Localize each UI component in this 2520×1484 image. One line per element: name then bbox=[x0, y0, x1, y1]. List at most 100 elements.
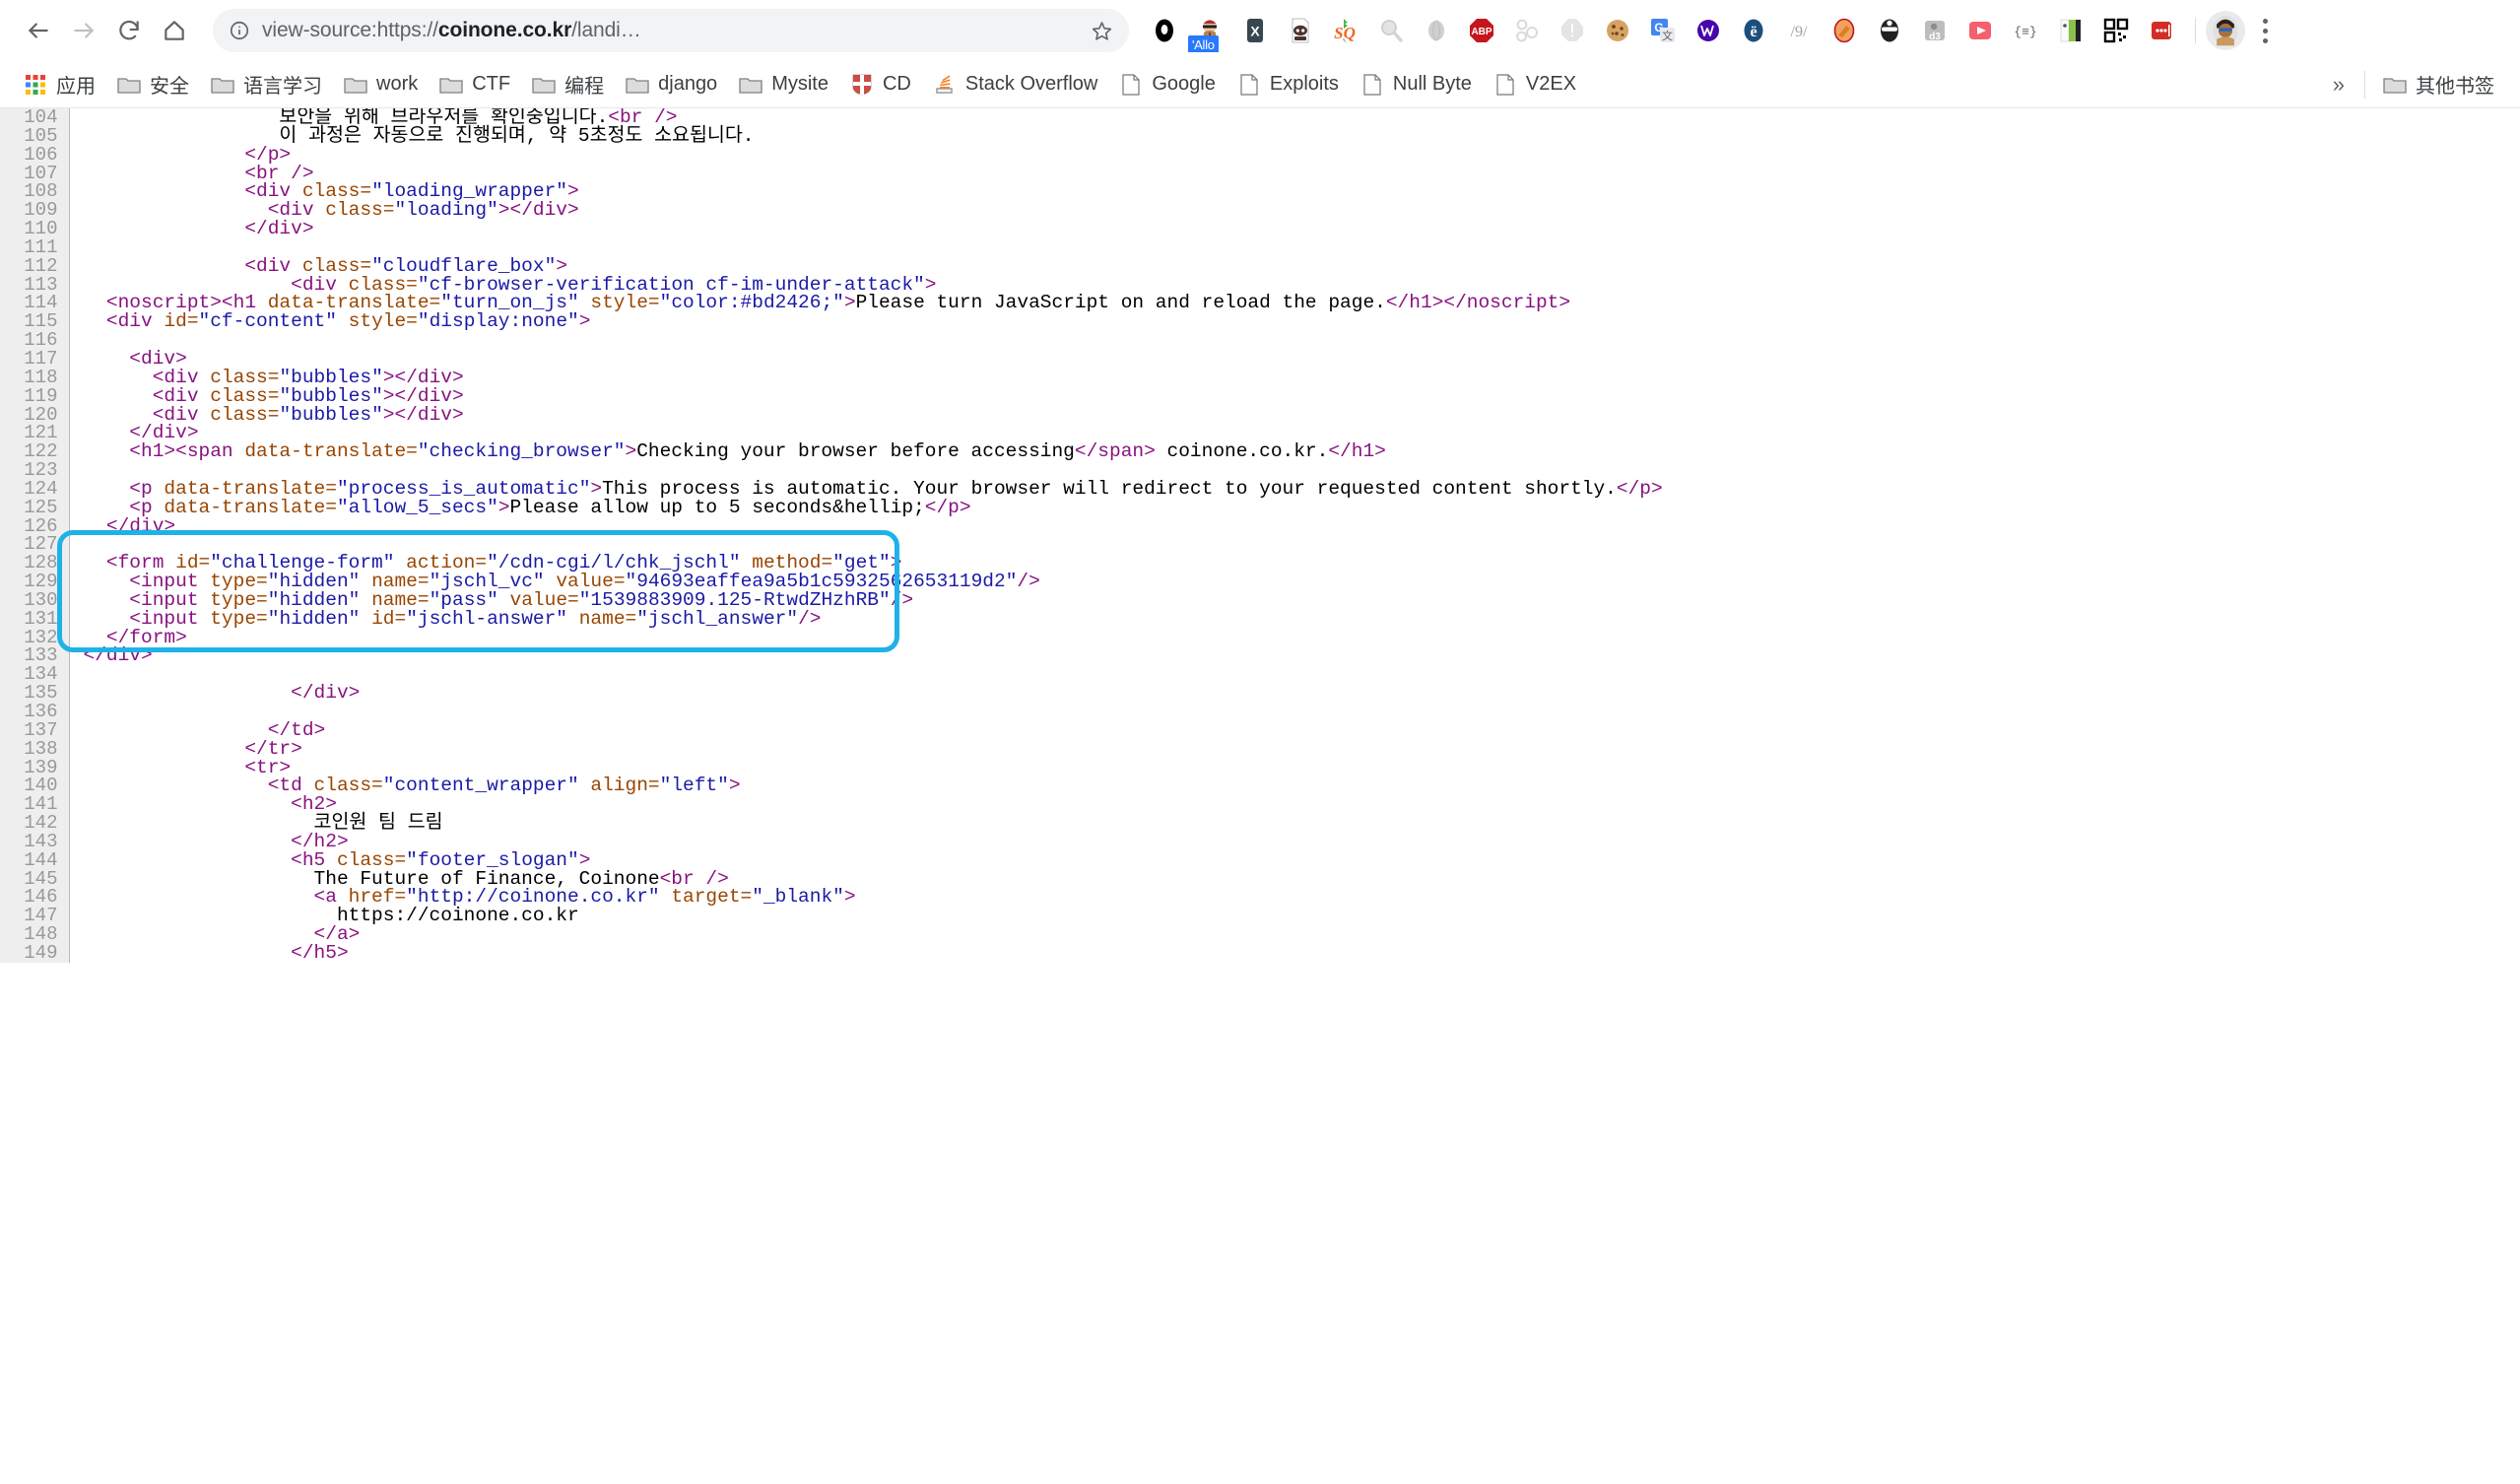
home-button[interactable] bbox=[152, 8, 197, 53]
video-downloader-icon[interactable] bbox=[1958, 9, 2002, 52]
chrome-menu-button[interactable] bbox=[2245, 9, 2285, 52]
bookmark-cd[interactable]: CD bbox=[840, 67, 921, 102]
code-line[interactable]: <h1><span data-translate="checking_brows… bbox=[84, 440, 2520, 463]
qr-code-icon[interactable] bbox=[2094, 9, 2138, 52]
line-number: 125 bbox=[24, 496, 58, 518]
incognito-mask-icon[interactable] bbox=[1868, 9, 1911, 52]
bookmark-stack-overflow[interactable]: Stack Overflow bbox=[923, 67, 1107, 102]
star-icon[interactable] bbox=[1091, 20, 1113, 42]
info-circle-icon[interactable] bbox=[229, 20, 250, 41]
code-line[interactable]: </div> bbox=[84, 683, 2520, 703]
json-viewer-icon[interactable]: {≡} bbox=[2004, 9, 2047, 52]
bookmark-apps[interactable]: 应用 bbox=[14, 67, 105, 102]
code-token: > bbox=[625, 440, 637, 463]
toolbar-divider bbox=[2195, 18, 2196, 43]
bookmark-other-bookmarks[interactable]: 其他书签 bbox=[2373, 67, 2504, 102]
bookmark-label: V2EX bbox=[1525, 73, 1577, 95]
bookmark-null-byte[interactable]: Null Byte bbox=[1351, 67, 1482, 102]
code-line[interactable]: <input type="hidden" id="jschl-answer" n… bbox=[84, 607, 2520, 630]
code-line[interactable]: </p> bbox=[84, 145, 2520, 165]
code-token: coinone.co.kr. bbox=[1155, 440, 1329, 463]
bookmark-folder-ctf[interactable]: CTF bbox=[430, 67, 520, 102]
line-number: 117 bbox=[24, 347, 58, 370]
extension-toolbar: 'Allo X SQ ABP G 文 ë /9/ d3 {≡} bbox=[1129, 9, 2504, 52]
stylish-sq-icon[interactable]: SQ bbox=[1324, 9, 1367, 52]
url-text[interactable]: view-source:https://coinone.co.kr/landi… bbox=[262, 19, 1081, 42]
bookmark-exploits[interactable]: Exploits bbox=[1227, 67, 1349, 102]
bookmark-label: 其他书签 bbox=[2416, 76, 2494, 98]
magnifier-search-icon[interactable] bbox=[1369, 9, 1413, 52]
line-number: 105 bbox=[24, 124, 58, 147]
wappalyzer-icon[interactable] bbox=[1687, 9, 1730, 52]
code-line[interactable]: https://coinone.co.kr bbox=[84, 907, 2520, 926]
shield-crest-icon bbox=[850, 73, 874, 97]
fork-knife-icon[interactable]: /9/ bbox=[1777, 9, 1821, 52]
folder-icon bbox=[439, 73, 463, 97]
stack-overflow-icon bbox=[933, 73, 957, 97]
code-line[interactable]: </td> bbox=[84, 720, 2520, 740]
bookmark-folder-mysite[interactable]: Mysite bbox=[729, 67, 838, 102]
code-line[interactable] bbox=[84, 703, 2520, 721]
code-token: "jschl_answer" bbox=[636, 607, 799, 630]
page-icon bbox=[1119, 73, 1143, 97]
alert-octagon-icon[interactable] bbox=[1551, 9, 1594, 52]
address-bar[interactable]: view-source:https://coinone.co.kr/landi… bbox=[213, 9, 1129, 52]
code-token: class= bbox=[210, 403, 280, 426]
bookmark-google[interactable]: Google bbox=[1109, 67, 1226, 102]
browser-chrome: view-source:https://coinone.co.kr/landi…… bbox=[0, 0, 2520, 108]
profile-avatar[interactable] bbox=[2206, 11, 2245, 50]
code-line[interactable]: </div> bbox=[84, 219, 2520, 238]
allo-privacy-badger-icon[interactable]: 'Allo bbox=[1188, 9, 1231, 52]
url-scheme: view-source:https:// bbox=[262, 19, 438, 41]
code-token: > bbox=[578, 310, 591, 333]
forward-button[interactable] bbox=[61, 8, 106, 53]
code-line[interactable] bbox=[84, 665, 2520, 684]
code-line[interactable]: </h5> bbox=[84, 943, 2520, 963]
edit-this-cookie-icon[interactable]: ë bbox=[1732, 9, 1775, 52]
lastpass-icon[interactable] bbox=[2140, 9, 2183, 52]
code-line[interactable]: 이 과정은 자동으로 진행되며, 약 5초정도 소요됩니다. bbox=[84, 126, 2520, 146]
bookmarks-overflow-button[interactable]: » bbox=[2321, 72, 2356, 98]
bookmarks-divider bbox=[2364, 70, 2365, 99]
google-translate-icon[interactable]: G文 bbox=[1641, 9, 1685, 52]
code-line[interactable]: <div id="cf-content" style="display:none… bbox=[84, 310, 2520, 333]
code-line[interactable] bbox=[84, 331, 2520, 350]
adblock-plus-icon[interactable]: ABP bbox=[1460, 9, 1503, 52]
code-line[interactable]: </tr> bbox=[84, 739, 2520, 759]
bookmark-folder-work[interactable]: work bbox=[334, 67, 428, 102]
back-button[interactable] bbox=[16, 8, 61, 53]
user-agent-switcher-icon[interactable] bbox=[1279, 9, 1322, 52]
code-line[interactable]: </div> bbox=[84, 516, 2520, 536]
source-code-lines[interactable]: 보안을 위해 브라우저를 확인중입니다.<br /> 이 과정은 자동으로 진행… bbox=[69, 108, 2520, 963]
code-line[interactable]: <td class="content_wrapper" align="left"… bbox=[84, 776, 2520, 796]
browser-toolbar: view-source:https://coinone.co.kr/landi…… bbox=[0, 0, 2520, 61]
cookie-manager-icon[interactable] bbox=[1596, 9, 1639, 52]
ghostery-icon[interactable] bbox=[1143, 9, 1186, 52]
reload-button[interactable] bbox=[106, 8, 152, 53]
source-code-table: 104 105 106 107 108 109 110 111 112 113 114 115 116 1… bbox=[0, 108, 2520, 963]
bookmark-folder-security[interactable]: 安全 bbox=[107, 67, 199, 102]
code-token: "loading" bbox=[394, 199, 498, 222]
bookmark-folder-language-study[interactable]: 语言学习 bbox=[201, 67, 332, 102]
hammer-build-icon[interactable] bbox=[1823, 9, 1866, 52]
code-line[interactable]: <div class="bubbles"></div> bbox=[84, 403, 2520, 426]
bookmark-v2ex[interactable]: V2EX bbox=[1484, 67, 1586, 102]
code-line[interactable]: 코인원 팀 드림 bbox=[84, 813, 2520, 833]
code-line[interactable]: </div> bbox=[84, 646, 2520, 666]
tab-manager-icon[interactable] bbox=[2049, 9, 2092, 52]
molecule-proxy-icon[interactable] bbox=[1505, 9, 1549, 52]
code-line[interactable]: <h2> bbox=[84, 794, 2520, 814]
code-token: "allow_5_secs" bbox=[336, 496, 498, 518]
globe-icon[interactable] bbox=[1415, 9, 1458, 52]
bookmark-folder-programming[interactable]: 编程 bbox=[522, 67, 614, 102]
code-token: id= bbox=[164, 310, 199, 333]
code-line[interactable]: </form> bbox=[84, 628, 2520, 647]
bookmark-folder-django[interactable]: django bbox=[616, 67, 727, 102]
line-number-gutter: 104 105 106 107 108 109 110 111 112 113 114 115 116 1… bbox=[0, 108, 70, 963]
xmarks-icon[interactable]: X bbox=[1233, 9, 1277, 52]
code-line[interactable]: <div class="loading"></div> bbox=[84, 199, 2520, 222]
d3-coach-icon[interactable]: d3 bbox=[1913, 9, 1956, 52]
code-line[interactable]: </a> bbox=[84, 924, 2520, 944]
code-token: </h1> bbox=[1328, 440, 1386, 463]
code-line[interactable]: <p data-translate="allow_5_secs">Please … bbox=[84, 496, 2520, 518]
